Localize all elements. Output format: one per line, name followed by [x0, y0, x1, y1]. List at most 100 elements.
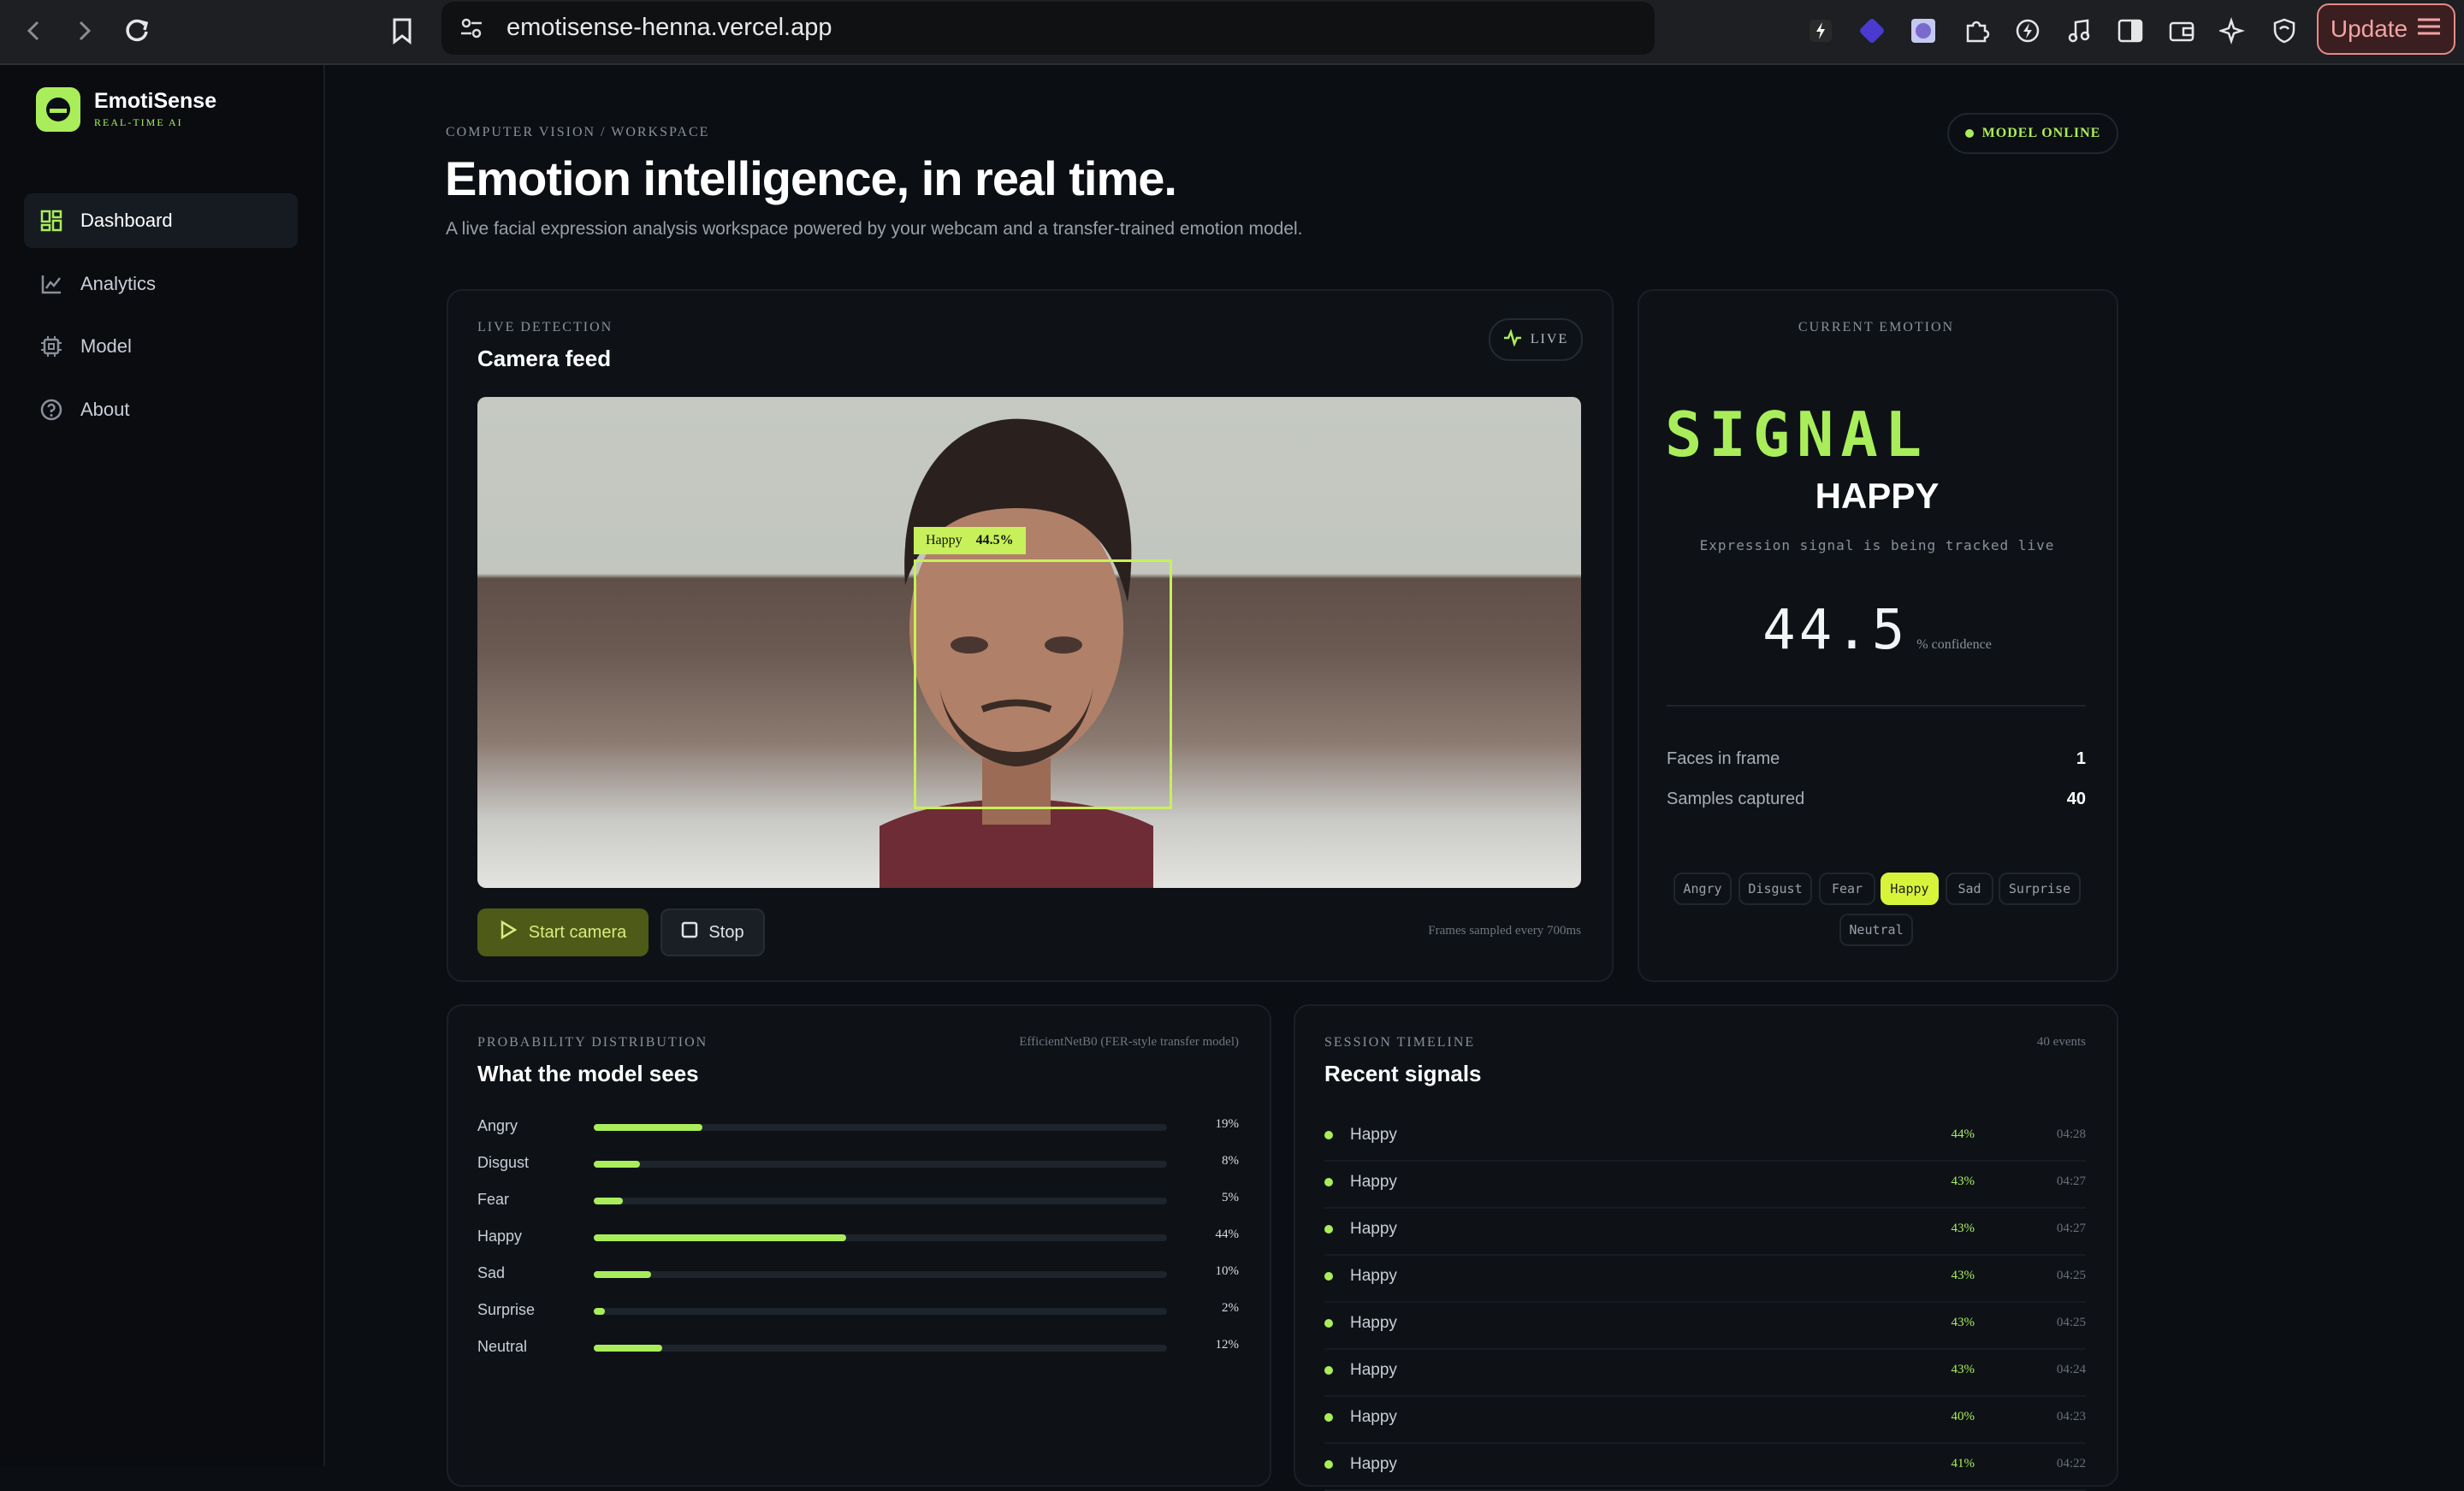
extensions-puzzle-icon[interactable]: [1959, 14, 1993, 48]
probability-fill: [594, 1308, 606, 1315]
model-status-badge: MODEL ONLINE: [1947, 113, 2118, 154]
current-emotion-label: HAPPY: [1815, 476, 1940, 516]
forward-button[interactable]: [62, 9, 106, 53]
status-dot: [1964, 129, 1974, 138]
brand-tagline: REAL-TIME AI: [94, 116, 183, 128]
menu-icon: [2416, 15, 2442, 43]
dashboard-icon: [38, 207, 65, 234]
url-text: emotisense-henna.vercel.app: [506, 14, 832, 41]
samples-captured-value: 40: [2066, 790, 2086, 808]
sidebar-item-model[interactable]: Model: [24, 319, 298, 374]
probability-percent: 8%: [1222, 1154, 1239, 1168]
distribution-title: What the model sees: [477, 1061, 699, 1086]
timeline-row: Happy 43% 04:25: [1324, 1302, 2086, 1350]
timeline-dot: [1324, 1413, 1333, 1422]
emotion-chip-happy[interactable]: Happy: [1881, 873, 1939, 905]
bookmark-button[interactable]: [380, 9, 424, 53]
sidebar-item-label: Analytics: [80, 273, 157, 294]
timeline-emotion: Happy: [1350, 1173, 1397, 1191]
timeline-emotion: Happy: [1350, 1314, 1397, 1332]
probability-label: Happy: [477, 1228, 523, 1245]
sidebar-item-label: Model: [80, 335, 132, 357]
start-camera-label: Start camera: [528, 922, 627, 942]
timeline-percent: 41%: [1951, 1457, 1975, 1470]
timeline-count: 40 events: [2036, 1035, 2086, 1049]
timeline-eyebrow: SESSION TIMELINE: [1324, 1035, 1476, 1050]
probability-fill: [594, 1161, 640, 1168]
start-camera-button[interactable]: Start camera: [477, 908, 649, 956]
extension-image-icon[interactable]: [1906, 14, 1940, 48]
probability-fill: [594, 1271, 651, 1278]
extension-bolt-icon[interactable]: [1804, 14, 1838, 48]
probability-track: [594, 1271, 1167, 1278]
timeline-time: 04:27: [2056, 1174, 2086, 1188]
emotion-chip-angry[interactable]: Angry: [1673, 873, 1732, 905]
app-logo[interactable]: [36, 87, 80, 132]
timeline-time: 04:24: [2056, 1363, 2086, 1376]
timeline-emotion: Happy: [1350, 1455, 1397, 1473]
address-bar[interactable]: emotisense-henna.vercel.app: [441, 2, 1655, 55]
timeline-emotion: Happy: [1350, 1126, 1397, 1144]
site-settings-icon[interactable]: [459, 15, 484, 45]
model-status-text: MODEL ONLINE: [1981, 126, 2101, 140]
timeline-percent: 43%: [1951, 1174, 1975, 1188]
play-icon: [500, 920, 518, 944]
page-title: Emotion intelligence, in real time.: [445, 151, 1177, 205]
brand-name: EmotiSense: [94, 89, 217, 113]
extension-diamond-icon[interactable]: [1855, 14, 1889, 48]
probability-fill: [594, 1124, 703, 1131]
signal-word: SIGNAL: [1665, 399, 1929, 470]
timeline-title: Recent signals: [1324, 1061, 1482, 1086]
timeline-dot: [1324, 1272, 1333, 1281]
browser-toolbar: emotisense-henna.vercel.app Update: [0, 0, 2464, 65]
update-button[interactable]: Update: [2317, 3, 2455, 55]
probability-row: Surprise 2%: [477, 1299, 1239, 1325]
sidebar-item-analytics[interactable]: Analytics: [24, 257, 298, 311]
probability-track: [594, 1308, 1167, 1315]
probability-track: [594, 1234, 1167, 1241]
probability-row: Angry 19%: [477, 1115, 1239, 1141]
emotion-chip-fear[interactable]: Fear: [1819, 873, 1875, 905]
probability-row: Neutral 12%: [477, 1336, 1239, 1362]
timeline-emotion: Happy: [1350, 1220, 1397, 1238]
camera-eyebrow: LIVE DETECTION: [477, 320, 613, 334]
sidebar-item-label: About: [80, 399, 130, 420]
stop-camera-button[interactable]: Stop: [660, 908, 765, 956]
extension-flash-icon[interactable]: [2011, 14, 2045, 48]
probability-track: [594, 1345, 1167, 1352]
probability-label: Angry: [477, 1117, 518, 1134]
faces-in-frame-value: 1: [2076, 749, 2086, 768]
timeline-dot: [1324, 1460, 1333, 1469]
ai-sparkle-icon[interactable]: [2216, 14, 2250, 48]
music-icon[interactable]: [2062, 14, 2096, 48]
wallet-icon[interactable]: [2165, 14, 2199, 48]
emotion-chip-disgust[interactable]: Disgust: [1738, 873, 1812, 905]
emotion-chip-surprise[interactable]: Surprise: [1999, 873, 2081, 905]
confidence-value: 44.5: [1762, 599, 1909, 662]
probability-row: Sad 10%: [477, 1263, 1239, 1288]
emotion-chip-neutral[interactable]: Neutral: [1839, 914, 1913, 946]
live-indicator: LIVE: [1489, 318, 1583, 361]
back-button[interactable]: [12, 9, 56, 53]
timeline-emotion: Happy: [1350, 1408, 1397, 1426]
sidebar-item-dashboard[interactable]: Dashboard: [24, 193, 298, 248]
face-detection-label: Happy 44.5%: [914, 527, 1026, 554]
timeline-time: 04:27: [2056, 1222, 2086, 1235]
timeline-percent: 40%: [1951, 1410, 1975, 1423]
timeline-row: Happy 43% 04:27: [1324, 1161, 2086, 1209]
probability-fill: [594, 1198, 623, 1204]
timeline-dot: [1324, 1225, 1333, 1234]
timeline-percent: 44%: [1951, 1127, 1975, 1141]
probability-row: Fear 5%: [477, 1189, 1239, 1215]
emotion-chip-sad[interactable]: Sad: [1946, 873, 1993, 905]
reload-button[interactable]: [115, 9, 159, 53]
shield-icon[interactable]: [2267, 14, 2301, 48]
timeline-row: Happy 43% 04:25: [1324, 1255, 2086, 1303]
samples-captured-label: Samples captured: [1667, 790, 1805, 808]
update-label: Update: [2330, 15, 2408, 42]
sidebar-toggle-icon[interactable]: [2113, 14, 2147, 48]
sidebar-item-about[interactable]: About: [24, 382, 298, 437]
probability-track: [594, 1161, 1167, 1168]
timeline-dot: [1324, 1178, 1333, 1186]
timeline-time: 04:25: [2056, 1316, 2086, 1329]
